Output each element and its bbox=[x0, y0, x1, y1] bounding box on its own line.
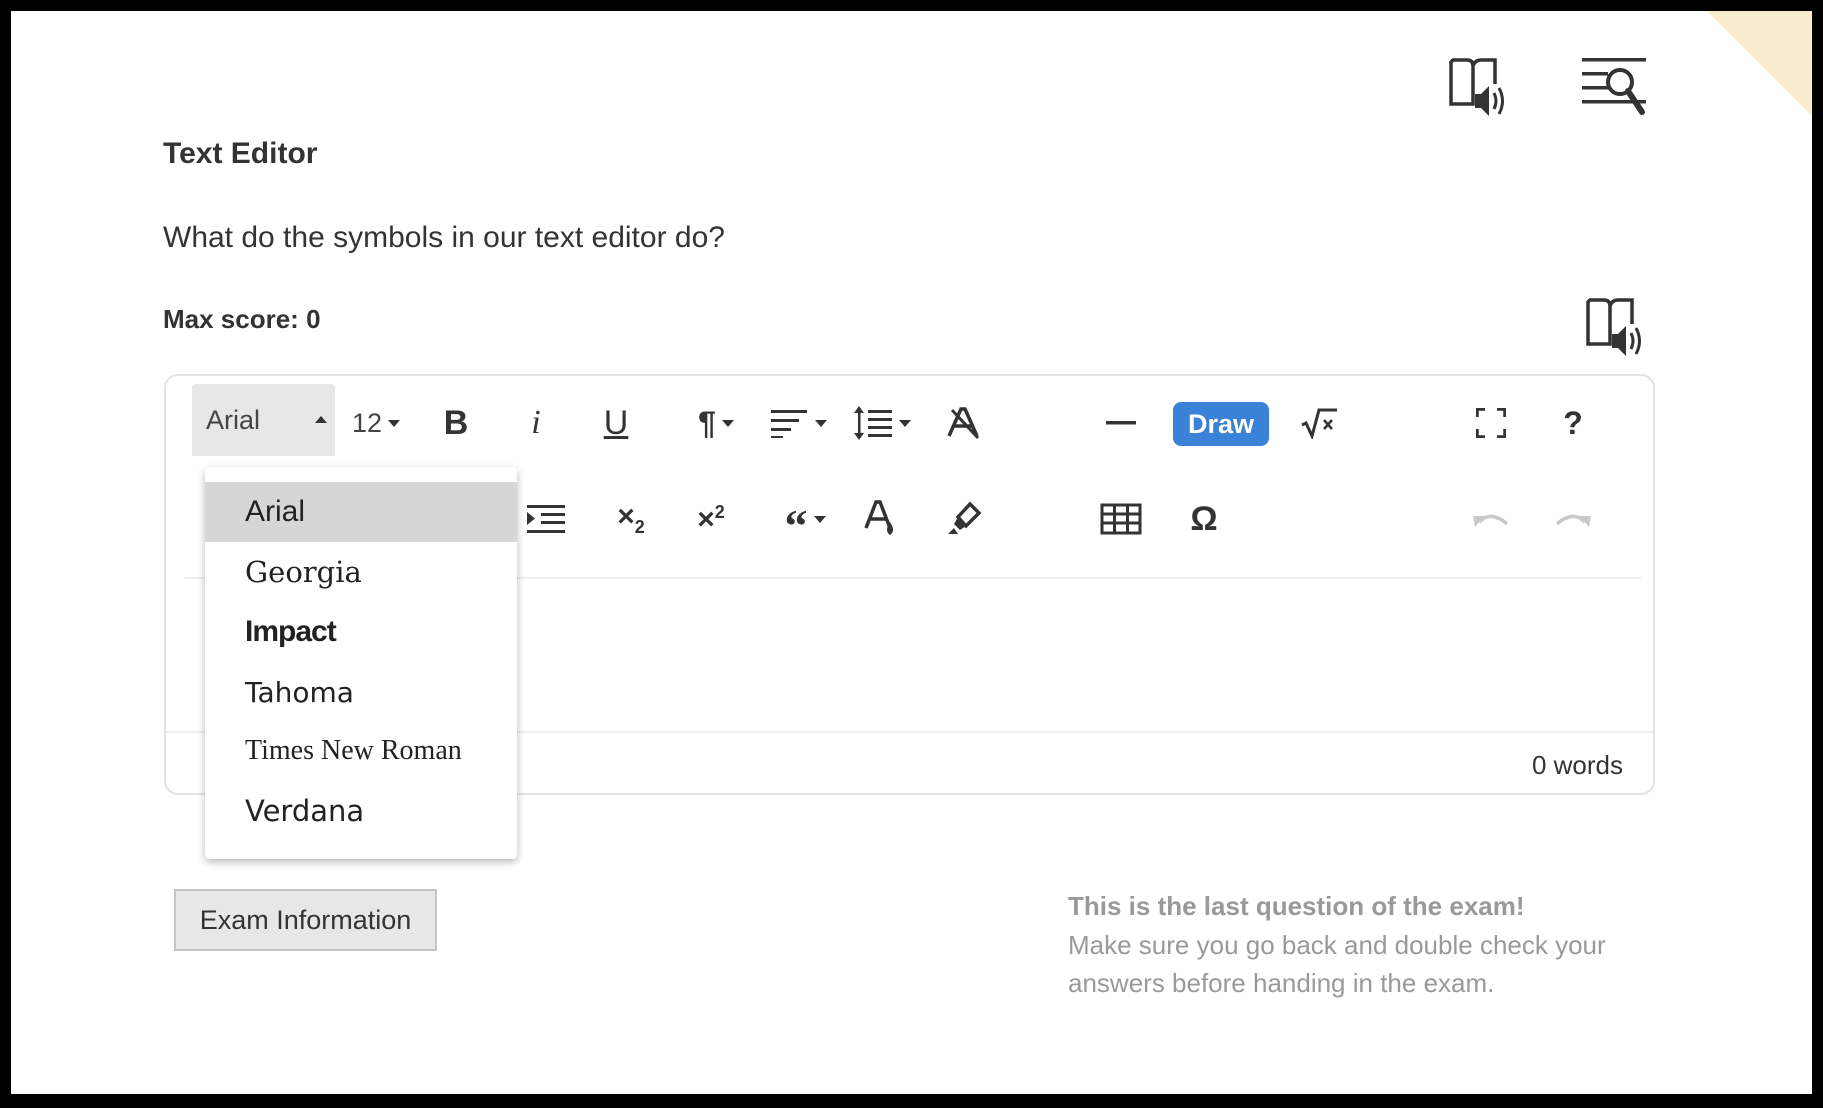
search-text-icon[interactable] bbox=[1579, 51, 1651, 123]
font-option-times-new-roman[interactable]: Times New Roman bbox=[205, 721, 517, 781]
text-color-icon[interactable] bbox=[856, 494, 906, 544]
exam-information-button[interactable]: Exam Information bbox=[174, 889, 437, 951]
question-title: Text Editor bbox=[163, 137, 318, 170]
read-aloud-page-icon[interactable] bbox=[1442, 51, 1514, 123]
paragraph-format-icon[interactable]: ¶ bbox=[681, 398, 751, 448]
redo-icon[interactable] bbox=[1548, 494, 1598, 544]
help-button[interactable]: ? bbox=[1548, 398, 1598, 448]
font-size-value: 12 bbox=[351, 407, 383, 438]
highlighter-icon[interactable] bbox=[938, 494, 988, 544]
quote-icon[interactable]: “ bbox=[771, 494, 839, 549]
last-question-notice-title: This is the last question of the exam! bbox=[1068, 891, 1525, 921]
font-option-georgia[interactable]: Georgia bbox=[205, 542, 517, 602]
line-height-icon[interactable] bbox=[846, 398, 918, 448]
last-question-notice-line-2: answers before handing in the exam. bbox=[1068, 968, 1495, 998]
read-aloud-question-icon[interactable] bbox=[1579, 291, 1651, 363]
font-family-dropdown: Arial Georgia Impact Tahoma Times New Ro… bbox=[205, 467, 517, 859]
table-icon[interactable] bbox=[1096, 494, 1146, 544]
fullscreen-icon[interactable] bbox=[1466, 398, 1516, 448]
indent-icon[interactable] bbox=[521, 494, 571, 544]
italic-icon[interactable]: i bbox=[511, 398, 561, 448]
superscript-icon[interactable]: ×2 bbox=[686, 494, 736, 544]
corner-fold bbox=[1707, 11, 1812, 116]
math-formula-icon[interactable] bbox=[1294, 398, 1344, 448]
underline-icon[interactable]: U bbox=[591, 398, 641, 448]
horizontal-line-icon[interactable] bbox=[1096, 398, 1146, 448]
word-count: 0 words bbox=[1531, 750, 1623, 780]
font-option-arial[interactable]: Arial bbox=[205, 482, 517, 542]
draw-button[interactable]: Draw bbox=[1173, 402, 1269, 446]
font-family-select[interactable]: Arial bbox=[192, 384, 335, 456]
clear-formatting-icon[interactable] bbox=[938, 398, 988, 448]
caret-down-icon bbox=[388, 419, 401, 427]
font-option-verdana[interactable]: Verdana bbox=[205, 781, 517, 841]
align-icon[interactable] bbox=[764, 398, 834, 448]
font-size-select[interactable]: 12 bbox=[341, 398, 411, 448]
last-question-notice-line-1: Make sure you go back and double check y… bbox=[1068, 930, 1606, 960]
font-option-impact[interactable]: Impact bbox=[205, 602, 517, 662]
question-text: What do the symbols in our text editor d… bbox=[163, 221, 725, 254]
max-score: Max score: 0 bbox=[163, 304, 321, 334]
font-option-tahoma[interactable]: Tahoma bbox=[205, 662, 517, 722]
exam-page: Text Editor What do the symbols in our t… bbox=[11, 11, 1812, 1094]
font-family-value: Arial bbox=[206, 404, 261, 435]
caret-up-icon bbox=[315, 416, 327, 423]
undo-icon[interactable] bbox=[1466, 494, 1516, 544]
bold-icon[interactable]: B bbox=[431, 398, 481, 448]
special-characters-icon[interactable]: Ω bbox=[1179, 494, 1229, 544]
subscript-icon[interactable]: ×2 bbox=[606, 494, 656, 544]
